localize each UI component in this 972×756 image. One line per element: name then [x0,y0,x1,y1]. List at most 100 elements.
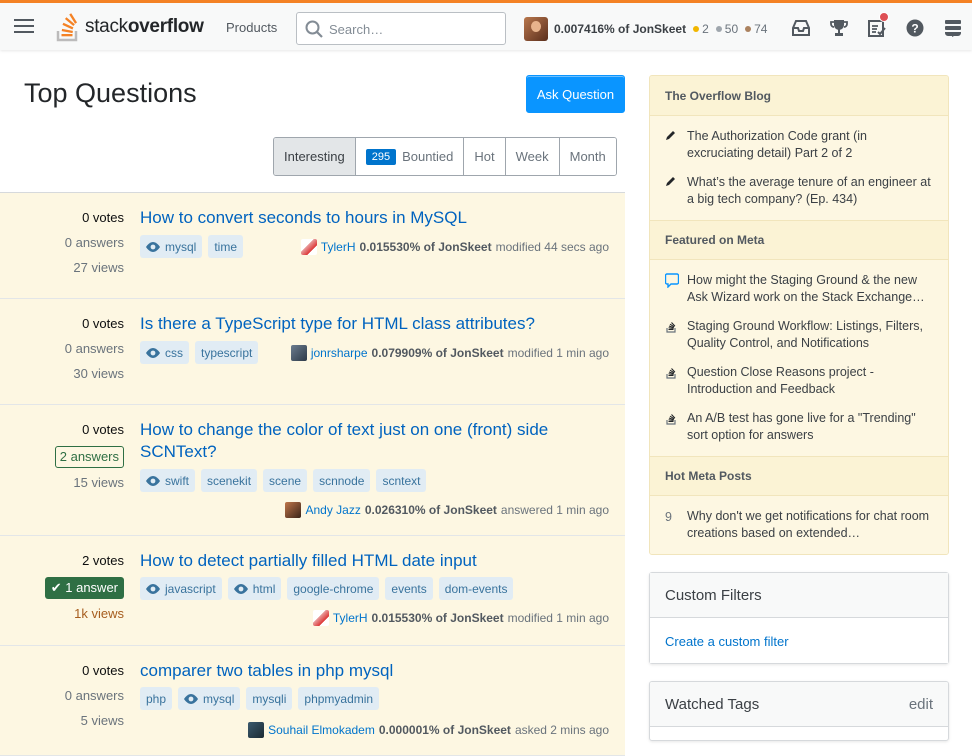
vote-count: 0 votes [82,422,124,437]
activity-time[interactable]: asked 2 mins ago [515,723,609,737]
search-icon [305,20,323,38]
question-meta: TylerH 0.015530% of JonSkeet modified 44… [300,239,609,255]
tag-dom-events[interactable]: dom-events [438,577,514,600]
tag-css[interactable]: css [140,341,189,364]
tab-interesting[interactable]: Interesting [274,138,356,175]
user-link[interactable]: jonrsharpe [311,346,368,360]
tag-list: php mysql mysqli phpmyadmin [140,687,380,710]
question-summary: 0 votes 0 answers 5 views comparer two t… [0,646,625,756]
user-avatar[interactable] [285,502,302,518]
tag-swift[interactable]: swift [140,469,195,492]
tab-week[interactable]: Week [505,138,560,175]
tag-phpmyadmin[interactable]: phpmyadmin [298,687,380,710]
tag-mysqli[interactable]: mysqli [246,687,293,710]
user-link[interactable]: Andy Jazz [305,503,360,517]
view-count: 27 views [73,260,124,275]
user-link[interactable]: TylerH [333,611,368,625]
chat-bubble-icon [664,272,687,306]
meta-item[interactable]: How might the Staging Ground & the new A… [650,272,948,306]
tag-events[interactable]: events [385,577,433,600]
topbar-icons: ? [782,6,972,50]
activity-time[interactable]: answered 1 min ago [501,503,609,517]
tag-php[interactable]: php [140,687,173,710]
question-meta: Andy Jazz 0.026310% of JonSkeet answered… [285,502,609,518]
tab-month[interactable]: Month [559,138,616,175]
products-menu[interactable]: Products [213,15,290,40]
tag-mysql[interactable]: mysql [178,687,241,710]
user-avatar[interactable] [312,610,329,626]
watched-tags-widget: Watched Tags edit [649,681,949,741]
blog-item[interactable]: The Authorization Code grant (in excruci… [650,128,948,162]
user-avatar[interactable] [248,722,265,738]
question-stats: 0 votes 2 answers 15 views [0,420,124,498]
meta-item[interactable]: Question Close Reasons project - Introdu… [650,364,948,398]
user-card[interactable]: 0.007416% of JonSkeet 2 50 74 [524,17,767,41]
tag-javascript[interactable]: javascript [140,577,222,600]
tag-typescript[interactable]: typescript [195,341,259,364]
inbox-icon[interactable] [782,6,820,50]
user-avatar[interactable] [290,345,307,361]
tag-scntext[interactable]: scntext [376,469,427,492]
notification-dot [879,12,889,22]
hamburger-menu-icon[interactable] [14,19,34,33]
question-title-link[interactable]: How to change the color of text just on … [140,419,610,463]
user-reputation: 0.000001% of JonSkeet [378,723,511,737]
logo-text: stackoverflow [85,16,204,37]
tag-html[interactable]: html [227,577,282,600]
question-title-link[interactable]: comparer two tables in php mysql [140,660,610,682]
tag-mysql[interactable]: mysql [140,235,203,258]
question-title-link[interactable]: Is there a TypeScript type for HTML clas… [140,313,610,335]
tag-scnnode[interactable]: scnnode [313,469,371,492]
question-summary: 2 votes ✔ 1 answer 1k views How to detec… [0,536,625,646]
question-summary: 0 votes 0 answers 30 views Is there a Ty… [0,299,625,405]
user-reputation: 0.007416% of JonSkeet [554,22,687,36]
question-title-link[interactable]: How to detect partially filled HTML date… [140,550,610,572]
tag-list: css typescript [140,341,259,364]
user-link[interactable]: TylerH [321,240,356,254]
stackexchange-icon [665,364,687,398]
view-count: 30 views [73,366,124,381]
user-avatar[interactable] [300,239,317,255]
tab-hot[interactable]: Hot [464,138,506,175]
tag-google-chrome[interactable]: google-chrome [287,577,380,600]
site-switcher-icon[interactable] [934,6,972,50]
tag-scenekit[interactable]: scenekit [201,469,258,492]
stackoverflow-logo-icon [56,13,78,42]
question-meta: jonrsharpe 0.079909% of JonSkeet modifie… [290,345,609,361]
user-link[interactable]: Souhail Elmokadem [268,723,375,737]
review-queue-icon[interactable] [858,6,896,50]
svg-text:?: ? [911,22,918,36]
tag-scene[interactable]: scene [263,469,308,492]
question-stats: 0 votes 0 answers 27 views [0,208,124,283]
user-avatar[interactable] [524,17,548,41]
hot-meta-answer-count: 9 [665,510,672,524]
trophy-icon[interactable] [820,6,858,50]
bronze-badges: 74 [745,22,767,36]
watched-eye-icon [184,693,199,704]
answer-count: 0 answers [64,341,124,356]
site-logo[interactable]: stackoverflow [55,11,204,43]
create-custom-filter-link[interactable]: Create a custom filter [650,618,948,663]
activity-time[interactable]: modified 1 min ago [508,611,609,625]
view-count: 15 views [73,475,124,490]
question-stats: 0 votes 0 answers 30 views [0,314,124,389]
tag-time[interactable]: time [208,235,244,258]
question-title-link[interactable]: How to convert seconds to hours in MySQL [140,207,610,229]
stackexchange-icon [665,410,687,444]
search-input[interactable] [329,19,499,39]
activity-time[interactable]: modified 44 secs ago [496,240,609,254]
blog-item[interactable]: What’s the average tenure of an engineer… [650,174,948,208]
edit-watched-tags-link[interactable]: edit [909,696,933,713]
meta-item[interactable]: An A/B test has gone live for a "Trendin… [650,410,948,444]
search-box[interactable] [296,12,506,45]
activity-time[interactable]: modified 1 min ago [508,346,609,360]
meta-item[interactable]: Staging Ground Workflow: Listings, Filte… [650,318,948,352]
question-stats: 0 votes 0 answers 5 views [0,661,124,736]
watched-tags-heading: Watched Tags edit [650,682,948,727]
hot-meta-item[interactable]: 9 Why don't we get notifications for cha… [650,508,948,542]
bounty-count: 295 [365,148,397,165]
vote-count: 0 votes [82,316,124,331]
help-icon[interactable]: ? [896,6,934,50]
tab-bountied[interactable]: 295 Bountied [355,138,465,175]
ask-question-button[interactable]: Ask Question [526,75,625,113]
